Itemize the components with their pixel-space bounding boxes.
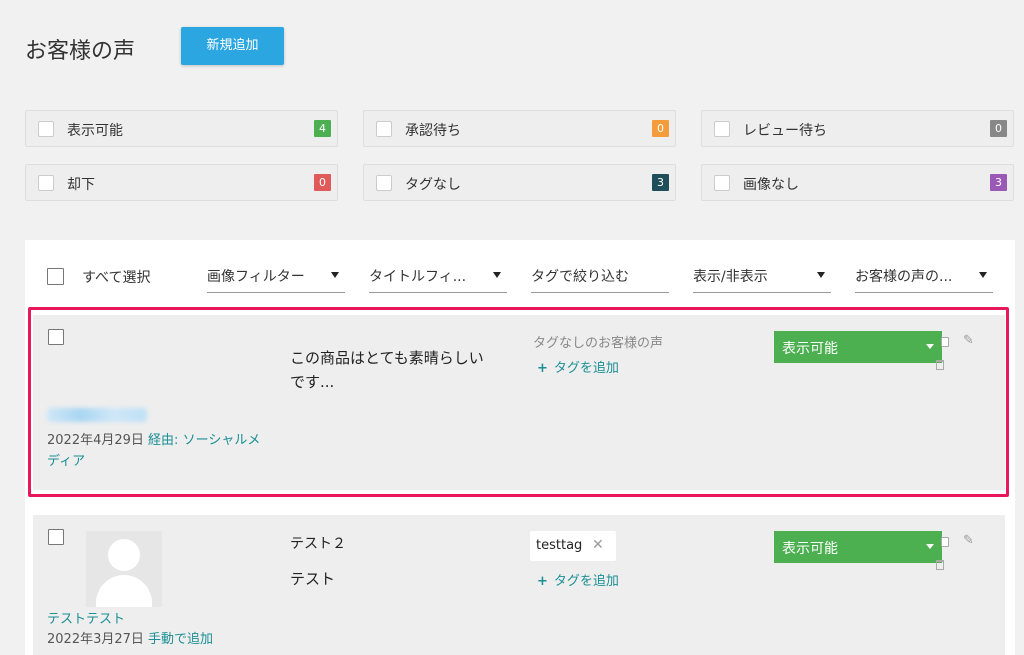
- highlight-frame: [28, 307, 1009, 497]
- voice-filter-dropdown[interactable]: お客様の声の...: [855, 262, 993, 293]
- count-badge: 3: [652, 174, 669, 191]
- filter-label: 承認待ち: [405, 123, 461, 139]
- filter-label: 画像なし: [743, 177, 799, 193]
- filter-checkbox[interactable]: [38, 175, 54, 191]
- trash-icon[interactable]: [936, 560, 944, 570]
- status-select[interactable]: 表示可能: [774, 531, 942, 563]
- count-badge: 0: [652, 120, 669, 137]
- filter-checkbox[interactable]: [714, 175, 730, 191]
- user-avatar-icon: [86, 531, 162, 607]
- plus-icon: +: [537, 574, 548, 589]
- row-checkbox[interactable]: [48, 529, 64, 545]
- tag-label: testtag: [536, 538, 583, 553]
- status-label: 表示可能: [782, 541, 838, 557]
- pencil-icon[interactable]: ✎: [963, 533, 974, 548]
- filter-rejected[interactable]: 却下 0: [25, 164, 338, 201]
- title-filter-dropdown[interactable]: タイトルフィ...: [369, 262, 507, 293]
- add-tag-label: タグを追加: [553, 574, 619, 589]
- dropdown-label: 画像フィルター: [207, 269, 305, 285]
- dropdown-label: お客様の声の...: [855, 269, 953, 285]
- count-badge: 0: [990, 120, 1007, 137]
- visibility-filter-dropdown[interactable]: 表示/非表示: [693, 262, 831, 293]
- dropdown-label: タイトルフィ...: [369, 269, 467, 285]
- add-new-button[interactable]: 新規追加: [181, 27, 284, 65]
- filter-no-tags[interactable]: タグなし 3: [363, 164, 676, 201]
- close-icon[interactable]: ✕: [592, 537, 604, 553]
- filter-label: レビュー待ち: [743, 123, 827, 139]
- count-badge: 0: [314, 174, 331, 191]
- count-badge: 4: [314, 120, 331, 137]
- filter-checkbox[interactable]: [714, 121, 730, 137]
- filter-review-pending[interactable]: レビュー待ち 0: [701, 110, 1014, 147]
- page-title: お客様の声: [25, 39, 136, 64]
- review-title: テスト２: [290, 536, 346, 552]
- filter-no-image[interactable]: 画像なし 3: [701, 164, 1014, 201]
- caret-down-icon: [979, 272, 987, 278]
- add-tag-link[interactable]: + タグを追加: [537, 570, 619, 589]
- count-badge: 3: [990, 174, 1007, 191]
- tag-filter-input[interactable]: タグで絞り込む: [531, 262, 669, 293]
- dropdown-label: 表示/非表示: [693, 269, 768, 285]
- image-filter-dropdown[interactable]: 画像フィルター: [207, 262, 345, 293]
- review-date: 2022年3月27日: [47, 632, 144, 647]
- caret-down-icon: [926, 544, 934, 549]
- filter-label: タグなし: [405, 177, 461, 193]
- filter-label: 却下: [67, 177, 95, 193]
- filter-label: 表示可能: [67, 123, 123, 139]
- filter-visible[interactable]: 表示可能 4: [25, 110, 338, 147]
- caret-down-icon: [817, 272, 825, 278]
- select-all-checkbox[interactable]: [47, 268, 64, 285]
- filter-checkbox[interactable]: [38, 121, 54, 137]
- review-text: テスト: [290, 570, 336, 588]
- caret-down-icon: [331, 272, 339, 278]
- source-link[interactable]: 手動で追加: [148, 632, 213, 647]
- author-name-link[interactable]: テストテスト: [47, 608, 125, 627]
- copy-icon[interactable]: [941, 537, 949, 547]
- dropdown-label: タグで絞り込む: [531, 269, 629, 285]
- filter-checkbox[interactable]: [376, 121, 392, 137]
- filter-pending[interactable]: 承認待ち 0: [363, 110, 676, 147]
- filter-checkbox[interactable]: [376, 175, 392, 191]
- caret-down-icon: [493, 272, 501, 278]
- tag-chip: testtag ✕: [530, 531, 616, 561]
- select-all-label: すべて選択: [82, 270, 151, 286]
- review-meta: 2022年3月27日 手動で追加: [47, 628, 213, 647]
